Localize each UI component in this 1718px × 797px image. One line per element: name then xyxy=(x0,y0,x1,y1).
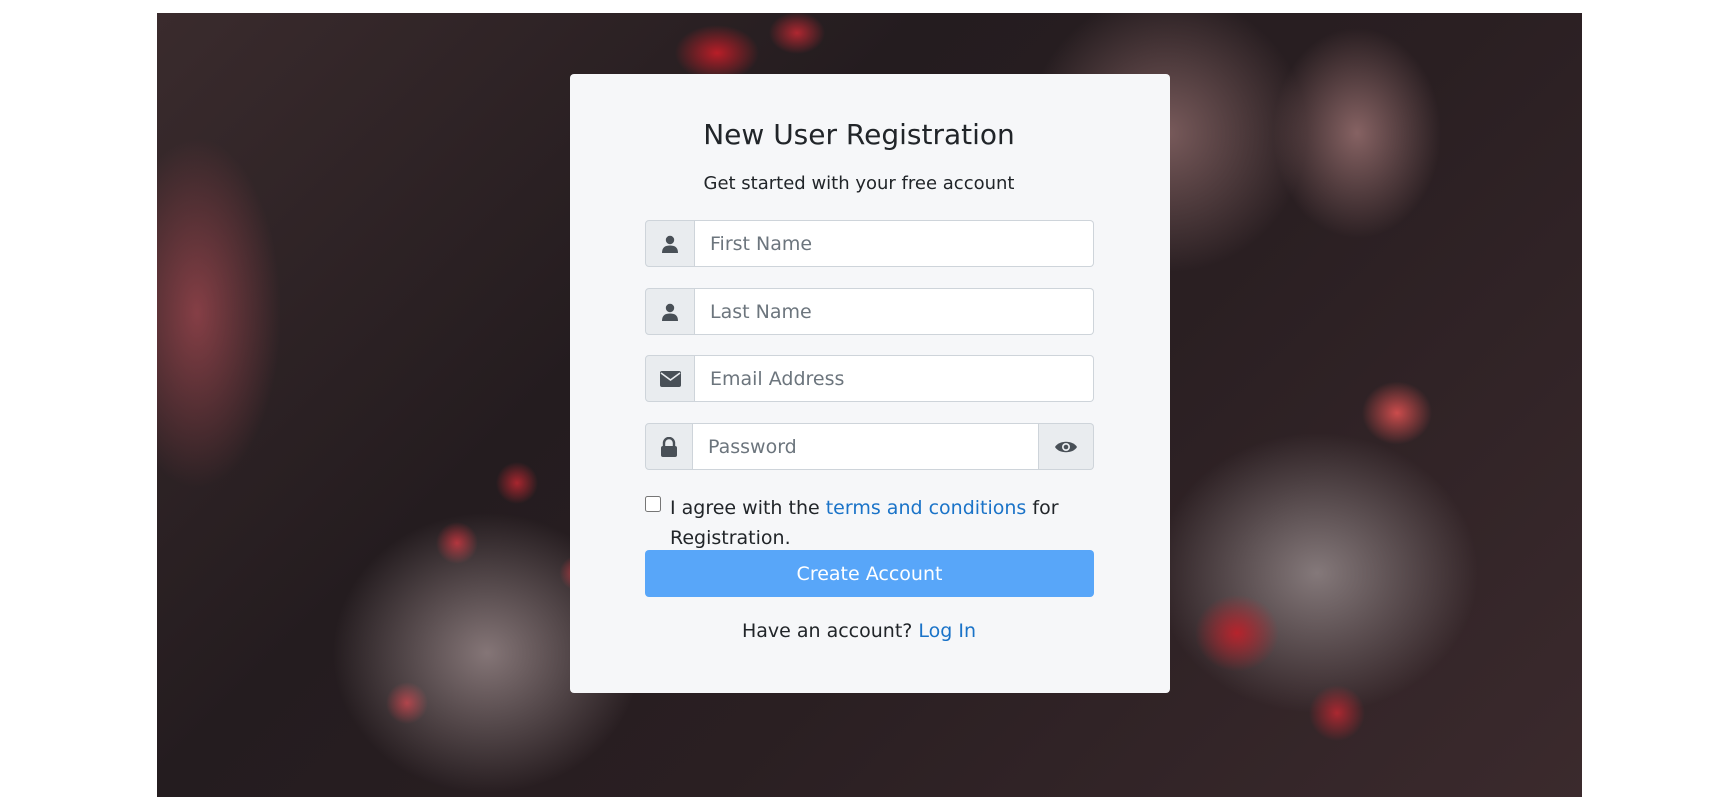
user-icon xyxy=(645,220,695,267)
eye-icon xyxy=(1055,441,1077,452)
first-name-input[interactable] xyxy=(695,220,1094,267)
envelope-icon xyxy=(645,355,695,402)
last-name-input[interactable] xyxy=(695,288,1094,335)
toggle-password-button[interactable] xyxy=(1039,423,1094,470)
password-group xyxy=(645,423,1094,470)
email-input[interactable] xyxy=(695,355,1094,402)
password-input[interactable] xyxy=(693,423,1039,470)
login-prompt-text: Have an account? xyxy=(741,620,919,642)
terms-agreement: I agree with the terms and conditions fo… xyxy=(645,493,1105,553)
email-group xyxy=(645,355,1094,402)
login-link[interactable]: Log In xyxy=(918,620,976,642)
last-name-group xyxy=(645,288,1094,335)
terms-prefix: I agree with the xyxy=(670,497,826,519)
first-name-group xyxy=(645,220,1094,267)
user-icon xyxy=(645,288,695,335)
page-subtitle: Get started with your free account xyxy=(703,173,1015,194)
lock-icon xyxy=(645,423,693,470)
terms-link[interactable]: terms and conditions xyxy=(826,497,1027,519)
terms-checkbox[interactable] xyxy=(645,496,661,512)
terms-text: I agree with the terms and conditions fo… xyxy=(670,493,1105,553)
page-title: New User Registration xyxy=(703,118,1015,151)
login-prompt: Have an account? Log In xyxy=(0,620,1718,642)
create-account-button[interactable]: Create Account xyxy=(645,550,1094,597)
